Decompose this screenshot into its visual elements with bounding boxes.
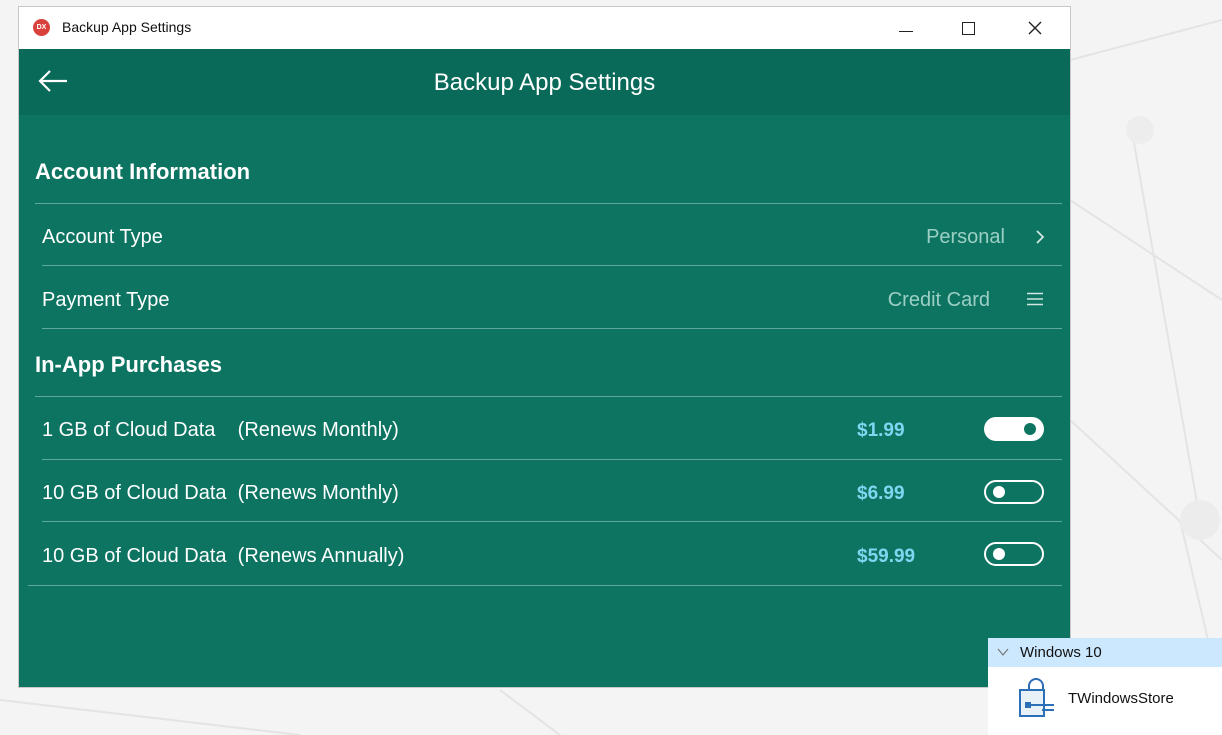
app-logo-icon: DX [33, 19, 50, 36]
platform-group-header[interactable]: Windows 10 [988, 638, 1222, 667]
window-title: Backup App Settings [62, 19, 192, 35]
row-label: Account Type [42, 226, 163, 248]
divider [28, 585, 1062, 586]
toggle-knob [993, 547, 1005, 560]
section-header-account: Account Information [35, 159, 251, 184]
divider [35, 203, 1062, 204]
platform-group-label: Windows 10 [1020, 644, 1102, 661]
minimize-icon [899, 30, 913, 32]
close-button[interactable] [1012, 7, 1058, 49]
toggle-knob [993, 485, 1005, 498]
minimize-button[interactable] [883, 7, 929, 49]
purchase-toggle-1gb-monthly[interactable] [984, 417, 1044, 441]
account-type-value: Personal [926, 226, 1005, 248]
divider [42, 459, 1062, 460]
close-icon [1028, 21, 1042, 35]
windows-store-icon [1019, 678, 1054, 717]
title-bar: DX Backup App Settings [19, 7, 1070, 49]
section-header-purchases: In-App Purchases [35, 352, 223, 377]
purchase-label: 10 GB of Cloud Data (Renews Annually) [42, 545, 405, 567]
page-title: Backup App Settings [433, 69, 656, 96]
purchase-label: 10 GB of Cloud Data (Renews Monthly) [42, 482, 399, 504]
divider [35, 396, 1062, 397]
divider [42, 328, 1062, 329]
chevron-right-icon [1036, 230, 1045, 244]
divider [42, 265, 1062, 266]
hamburger-menu-icon [1027, 292, 1043, 306]
app-header: Backup App Settings [19, 49, 1070, 115]
purchase-price: $1.99 [857, 420, 905, 441]
row-label: Payment Type [42, 289, 170, 311]
maximize-icon [961, 21, 975, 35]
maximize-button[interactable] [945, 7, 991, 49]
divider [42, 521, 1062, 522]
purchase-price: $6.99 [857, 483, 905, 504]
app-window: DX Backup App Settings Backup App Settin… [19, 7, 1070, 687]
chevron-down-icon [997, 648, 1009, 656]
purchase-toggle-10gb-monthly[interactable] [984, 480, 1044, 504]
purchase-price: $59.99 [857, 546, 916, 567]
toggle-knob [1024, 423, 1036, 435]
platform-item-label: TWindowsStore [1068, 690, 1174, 707]
purchase-label: 1 GB of Cloud Data (Renews Monthly) [42, 419, 399, 441]
payment-type-value: Credit Card [887, 289, 990, 311]
purchase-toggle-10gb-annually[interactable] [984, 542, 1044, 566]
target-platform-panel: Windows 10 TWindowsStore [988, 638, 1222, 735]
